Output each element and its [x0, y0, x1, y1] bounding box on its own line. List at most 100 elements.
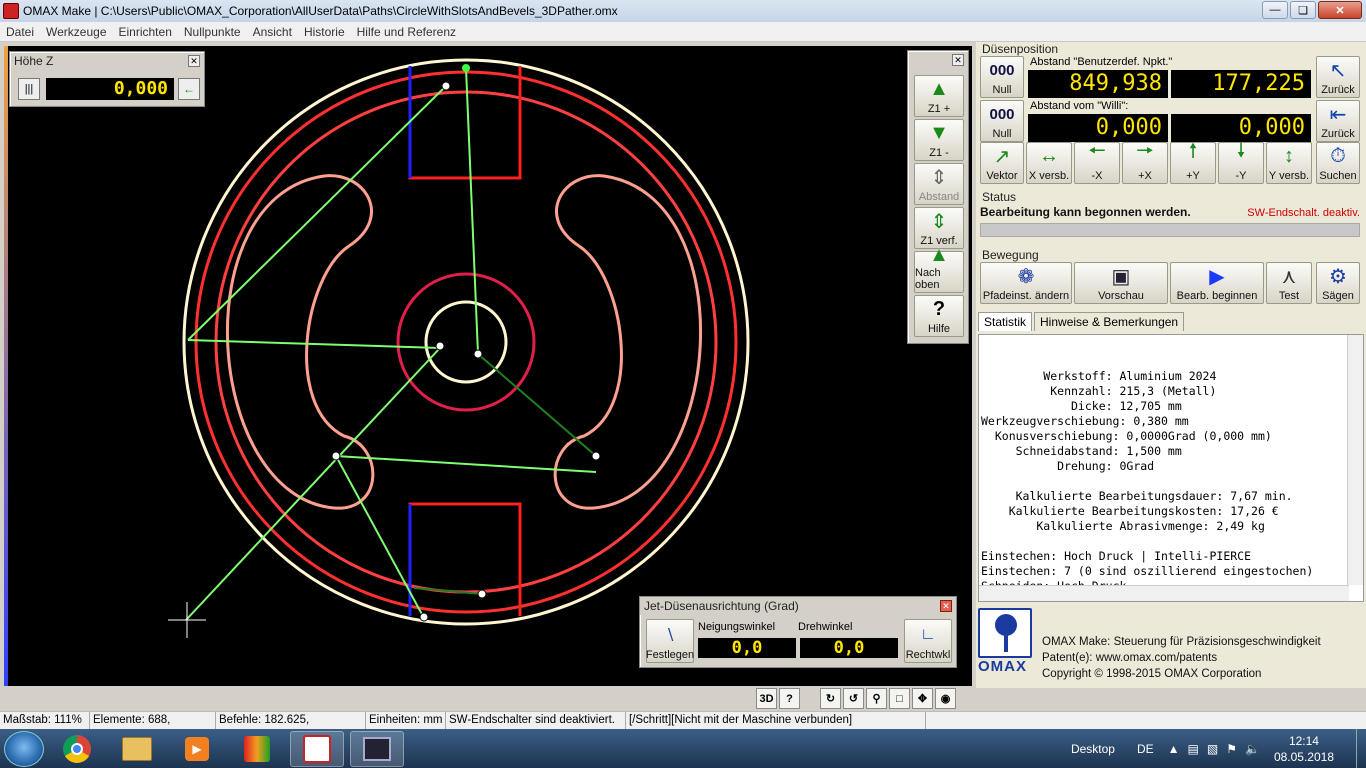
language-indicator[interactable]: DE: [1137, 742, 1154, 756]
saw-icon: ⚙: [1329, 266, 1347, 288]
menu-historie[interactable]: Historie: [298, 25, 351, 39]
menu-datei[interactable]: Datei: [0, 25, 40, 39]
maximize-button[interactable]: ❏: [1290, 1, 1316, 19]
arrow-up-icon: ▲: [929, 244, 949, 266]
z1-plus-button[interactable]: ▲ Z1 +: [914, 75, 964, 117]
center-outer-circle: [396, 272, 536, 412]
z-axis-toolbar: ✕ ▲ Z1 + ▼ Z1 - ⇕ Abstand ⇕ Z1 verf. ▲ N…: [907, 50, 969, 344]
minus-y-button[interactable]: 🠗 -Y: [1218, 140, 1264, 184]
duesenposition-title: Düsenposition: [982, 42, 1059, 56]
jet-close-button[interactable]: ✕: [940, 600, 952, 612]
zoom-icon[interactable]: ⚲: [866, 688, 887, 709]
hilfe-button[interactable]: ? Hilfe: [914, 295, 964, 337]
drehwinkel-value[interactable]: 0,0: [800, 638, 898, 658]
question-icon: ?: [932, 298, 946, 320]
elements-status: Elemente: 688,: [90, 712, 216, 729]
plus-y-button[interactable]: 🠕 +Y: [1170, 140, 1216, 184]
vector-arrow-icon: ↗: [993, 146, 1011, 168]
counter-reset-icon: 000: [989, 62, 1015, 79]
title-bar: OMAX Make | C:\Users\Public\OMAX_Corpora…: [0, 0, 1366, 22]
butterfly-icon: ❁: [1017, 266, 1035, 288]
festlegen-button[interactable]: ∖ Festlegen: [646, 619, 694, 663]
vektor-button[interactable]: ↗ Vektor: [980, 142, 1024, 184]
hoehe-z-close-button[interactable]: ✕: [188, 55, 200, 67]
explorer-taskbar-icon[interactable]: [110, 731, 164, 767]
rotate-icon[interactable]: ↻: [820, 688, 841, 709]
neigungswinkel-value[interactable]: 0,0: [698, 638, 796, 658]
statistics-panel: Werkstoff: Aluminium 2024 Kennzahl: 215,…: [978, 334, 1364, 602]
y-versb-button[interactable]: ↕ Y versb.: [1266, 142, 1312, 184]
clock-date: 08.05.2018: [1273, 749, 1334, 764]
null-button-2[interactable]: 000 Null: [980, 100, 1024, 142]
media-player-taskbar-icon[interactable]: ▶: [170, 731, 224, 767]
show-desktop-button[interactable]: [1356, 729, 1366, 768]
bearb-beginnen-button[interactable]: ▶ Bearb. beginnen: [1170, 262, 1264, 304]
z-set-button[interactable]: ←: [178, 78, 200, 100]
menu-hilfe[interactable]: Hilfe und Referenz: [351, 25, 462, 39]
menu-einrichten[interactable]: Einrichten: [113, 25, 178, 39]
tray-up-arrow-icon[interactable]: ▲: [1168, 742, 1180, 756]
saegen-button[interactable]: ⚙ Sägen: [1316, 262, 1360, 304]
omax-make-taskbar-icon[interactable]: [350, 730, 404, 767]
tab-hinweise[interactable]: Hinweise & Bemerkungen: [1034, 312, 1185, 331]
statistics-line: [981, 474, 1343, 489]
z-zero-button[interactable]: |||: [18, 78, 40, 100]
plus-x-button[interactable]: 🠖 +X: [1122, 140, 1168, 184]
minimize-button[interactable]: —: [1262, 1, 1288, 19]
chrome-taskbar-icon[interactable]: [50, 731, 104, 767]
window-title: OMAX Make | C:\Users\Public\OMAX_Corpora…: [23, 4, 618, 18]
zurueck-button-1[interactable]: ↖ Zurück: [1316, 56, 1360, 98]
units-status: Einheiten: mm: [366, 712, 446, 729]
traffic-app-taskbar-icon[interactable]: [230, 731, 284, 767]
jet-orientation-window: Jet-Düsenausrichtung (Grad) ✕ ∖ Festlege…: [639, 596, 957, 668]
cut-lead-lines: [413, 353, 597, 595]
start-button[interactable]: [4, 730, 44, 767]
view-help-button[interactable]: ?: [779, 688, 800, 709]
nach-oben-button[interactable]: ▲ Nach oben: [914, 244, 964, 293]
menu-ansicht[interactable]: Ansicht: [247, 25, 298, 39]
about-patent-link[interactable]: Patent(e): www.omax.com/patents: [1042, 650, 1321, 666]
zurueck-button-2[interactable]: ⇤ Zurück: [1316, 100, 1360, 142]
arrow-down-icon: 🠗: [1236, 140, 1246, 162]
about-text: OMAX Make: Steuerung für Präzisionsgesch…: [1042, 634, 1321, 682]
desktop-toolbar-label[interactable]: Desktop: [1071, 742, 1115, 756]
stats-vertical-scrollbar[interactable]: [1347, 335, 1363, 585]
intelli-cam-taskbar-icon[interactable]: [290, 730, 344, 767]
z1-minus-button[interactable]: ▼ Z1 -: [914, 119, 964, 161]
arrow-left-icon: 🠔: [1088, 140, 1106, 162]
null-button-1[interactable]: 000 Null: [980, 56, 1024, 98]
view-3d-button[interactable]: 3D: [756, 688, 777, 709]
center-view-icon[interactable]: ◉: [935, 688, 956, 709]
tray-flag-icon[interactable]: ⚑: [1226, 742, 1237, 756]
clock-time: 12:14: [1288, 733, 1319, 748]
x-versb-button[interactable]: ↔ X versb.: [1026, 142, 1072, 184]
vorschau-button[interactable]: ▣ Vorschau: [1074, 262, 1168, 304]
menu-werkzeuge[interactable]: Werkzeuge: [40, 25, 112, 39]
suchen-button[interactable]: ⏱ Suchen: [1316, 142, 1360, 184]
menu-nullpunkte[interactable]: Nullpunkte: [178, 25, 247, 39]
arrow-right-icon: 🠖: [1136, 140, 1154, 162]
crosshair-cursor: [168, 602, 206, 638]
path-canvas[interactable]: [4, 46, 972, 686]
pan-icon[interactable]: ✥: [912, 688, 933, 709]
tab-statistik[interactable]: Statistik: [978, 312, 1033, 331]
close-button[interactable]: ✕: [1318, 1, 1362, 19]
refresh-icon[interactable]: ↺: [843, 688, 864, 709]
statistics-line: Drehung: 0Grad: [981, 459, 1155, 473]
z1-verf-button[interactable]: ⇕ Z1 verf.: [914, 207, 964, 249]
monitor-icon: ▣: [1111, 266, 1131, 288]
tray-clock[interactable]: 12:14 08.05.2018: [1274, 733, 1334, 765]
abstand-willi-label: Abstand vom "Willi":: [1030, 100, 1129, 112]
rechtwinklig-button[interactable]: ∟ Rechtwkl: [904, 619, 952, 663]
pfadeinst-aendern-button[interactable]: ❁ Pfadeinst. ändern: [980, 262, 1072, 304]
z-toolbar-close-button[interactable]: ✕: [952, 54, 964, 66]
test-button[interactable]: ⋏ Test: [1266, 262, 1312, 304]
minus-x-button[interactable]: 🠔 -X: [1074, 140, 1120, 184]
zoom-window-icon[interactable]: □: [889, 688, 910, 709]
tray-network-icon[interactable]: ▧: [1207, 742, 1218, 756]
stats-horizontal-scrollbar[interactable]: [979, 585, 1349, 601]
tray-volume-icon[interactable]: 🔈: [1245, 742, 1260, 756]
tray-device-icon[interactable]: ▤: [1188, 742, 1199, 756]
abstand-button[interactable]: ⇕ Abstand: [914, 163, 964, 205]
view-toolbar: 3D ? ↻ ↺ ⚲ □ ✥ ◉: [756, 688, 956, 710]
